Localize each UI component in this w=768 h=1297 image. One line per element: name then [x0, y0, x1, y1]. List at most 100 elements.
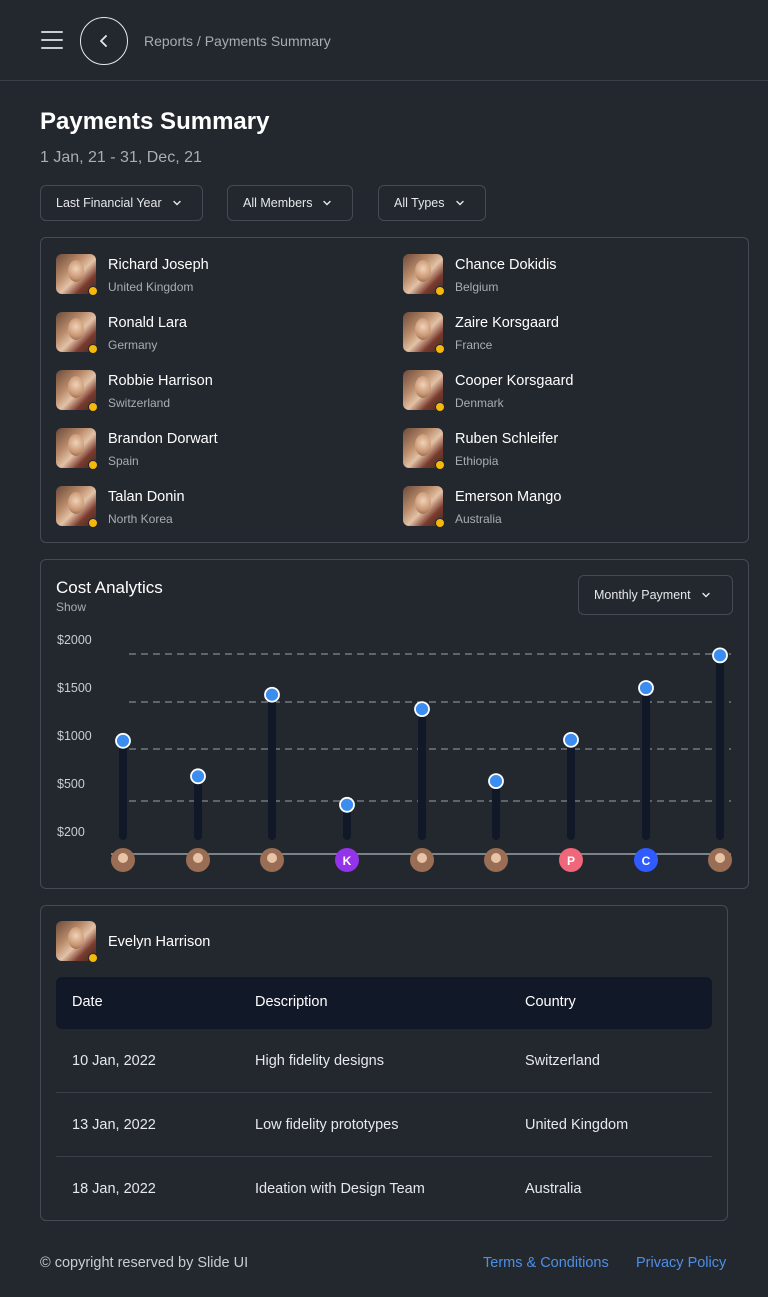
status-dot	[435, 460, 445, 470]
member-item[interactable]: Chance Dokidis Belgium	[403, 254, 703, 298]
avatar	[56, 254, 98, 296]
member-country: Australia	[455, 512, 502, 526]
page-title: Payments Summary	[40, 108, 270, 135]
top-bar: Reports / Payments Summary	[0, 0, 768, 81]
avatar	[56, 312, 98, 354]
avatar	[56, 921, 98, 963]
row-date: 10 Jan, 2022	[72, 1053, 156, 1069]
member-item[interactable]: Robbie Harrison Switzerland	[56, 370, 356, 414]
member-item[interactable]: Brandon Dorwart Spain	[56, 428, 356, 472]
member-item[interactable]: Richard Joseph United Kingdom	[56, 254, 356, 298]
filter-label: All Members	[243, 196, 313, 210]
column-header-description: Description	[255, 994, 328, 1010]
chevron-left-icon	[100, 35, 107, 47]
member-name: Ronald Lara	[108, 315, 187, 331]
copyright-text: © copyright reserved by Slide UI	[40, 1255, 249, 1271]
types-filter[interactable]: All Types	[378, 185, 486, 221]
status-dot	[88, 518, 98, 528]
table-row[interactable]: 13 Jan, 2022 Low fidelity prototypes Uni…	[56, 1093, 712, 1157]
cost-chart: $2000 $1500 $1000 $500 $200 K P C	[57, 633, 732, 872]
status-dot	[435, 518, 445, 528]
cost-analytics-card: Cost Analytics Show Monthly Payment $200…	[40, 559, 749, 889]
member-name: Brandon Dorwart	[108, 431, 218, 447]
member-country: Switzerland	[108, 396, 171, 410]
member-country: United Kingdom	[108, 280, 194, 294]
status-dot	[435, 344, 445, 354]
data-point	[414, 701, 430, 718]
status-dot	[435, 286, 445, 296]
member-name: Talan Donin	[108, 489, 185, 505]
data-point	[488, 773, 504, 790]
member-marker-letter: K	[343, 854, 352, 868]
avatar	[56, 428, 98, 470]
member-item[interactable]: Ruben Schleifer Ethiopia	[403, 428, 703, 472]
members-card: Richard Joseph United Kingdom Chance Dok…	[40, 237, 749, 543]
member-item[interactable]: Zaire Korsgaard France	[403, 312, 703, 356]
avatar-face	[715, 853, 725, 863]
status-dot	[88, 402, 98, 412]
back-button[interactable]	[80, 17, 128, 65]
row-country: Switzerland	[525, 1053, 600, 1069]
y-tick-label: $2000	[57, 633, 92, 647]
row-date: 13 Jan, 2022	[72, 1117, 156, 1133]
detail-member: Evelyn Harrison	[56, 921, 356, 965]
member-country: France	[455, 338, 493, 352]
row-description: Low fidelity prototypes	[255, 1117, 399, 1133]
y-tick-label: $1500	[57, 681, 92, 695]
member-item[interactable]: Emerson Mango Australia	[403, 486, 703, 530]
member-item[interactable]: Talan Donin North Korea	[56, 486, 356, 530]
table-row[interactable]: 10 Jan, 2022 High fidelity designs Switz…	[56, 1029, 712, 1093]
member-country: Ethiopia	[455, 454, 499, 468]
row-date: 18 Jan, 2022	[72, 1181, 156, 1197]
member-name: Ruben Schleifer	[455, 431, 559, 447]
column-header-country: Country	[525, 994, 576, 1010]
row-country: Australia	[525, 1181, 582, 1197]
member-country: Denmark	[455, 396, 504, 410]
member-item[interactable]: Cooper Korsgaard Denmark	[403, 370, 703, 414]
member-name: Cooper Korsgaard	[455, 373, 574, 389]
date-range: 1 Jan, 21 - 31, Dec, 21	[40, 149, 202, 166]
member-marker-letter: C	[642, 854, 651, 868]
avatar-face	[118, 853, 128, 863]
table-header: Date Description Country	[56, 977, 712, 1029]
filter-label: All Types	[394, 196, 445, 210]
row-description: High fidelity designs	[255, 1053, 384, 1069]
avatar-face	[193, 853, 203, 863]
member-country: Germany	[108, 338, 158, 352]
row-description: Ideation with Design Team	[255, 1181, 425, 1197]
avatar	[56, 486, 98, 528]
privacy-link[interactable]: Privacy Policy	[636, 1255, 726, 1271]
status-dot	[435, 402, 445, 412]
member-name: Richard Joseph	[108, 257, 209, 273]
data-point	[115, 732, 131, 749]
avatar	[403, 370, 445, 412]
row-country: United Kingdom	[525, 1117, 629, 1133]
status-dot	[88, 286, 98, 296]
chevron-down-icon	[323, 200, 332, 206]
avatar	[403, 254, 445, 296]
member-country: Belgium	[455, 280, 499, 294]
hamburger-menu-icon[interactable]	[41, 31, 63, 49]
member-name: Robbie Harrison	[108, 373, 213, 389]
data-point	[638, 680, 654, 696]
avatar	[56, 370, 98, 412]
table-row[interactable]: 18 Jan, 2022 Ideation with Design Team A…	[56, 1157, 712, 1221]
member-marker-letter: P	[567, 854, 575, 868]
breadcrumb: Reports / Payments Summary	[144, 33, 331, 49]
member-country: North Korea	[108, 512, 173, 526]
column-header-date: Date	[72, 994, 103, 1010]
filter-label: Last Financial Year	[56, 196, 162, 210]
financial-year-filter[interactable]: Last Financial Year	[40, 185, 203, 221]
member-name: Zaire Korsgaard	[455, 315, 559, 331]
y-tick-label: $500	[57, 777, 85, 791]
terms-link[interactable]: Terms & Conditions	[483, 1255, 609, 1271]
chevron-down-icon	[172, 200, 181, 206]
data-point	[190, 768, 206, 785]
member-item[interactable]: Ronald Lara Germany	[56, 312, 356, 356]
member-name: Emerson Mango	[455, 489, 562, 505]
y-tick-label: $1000	[57, 729, 92, 743]
data-point	[339, 796, 355, 813]
members-filter[interactable]: All Members	[227, 185, 353, 221]
data-point	[712, 647, 728, 664]
detail-member-name: Evelyn Harrison	[108, 934, 211, 950]
